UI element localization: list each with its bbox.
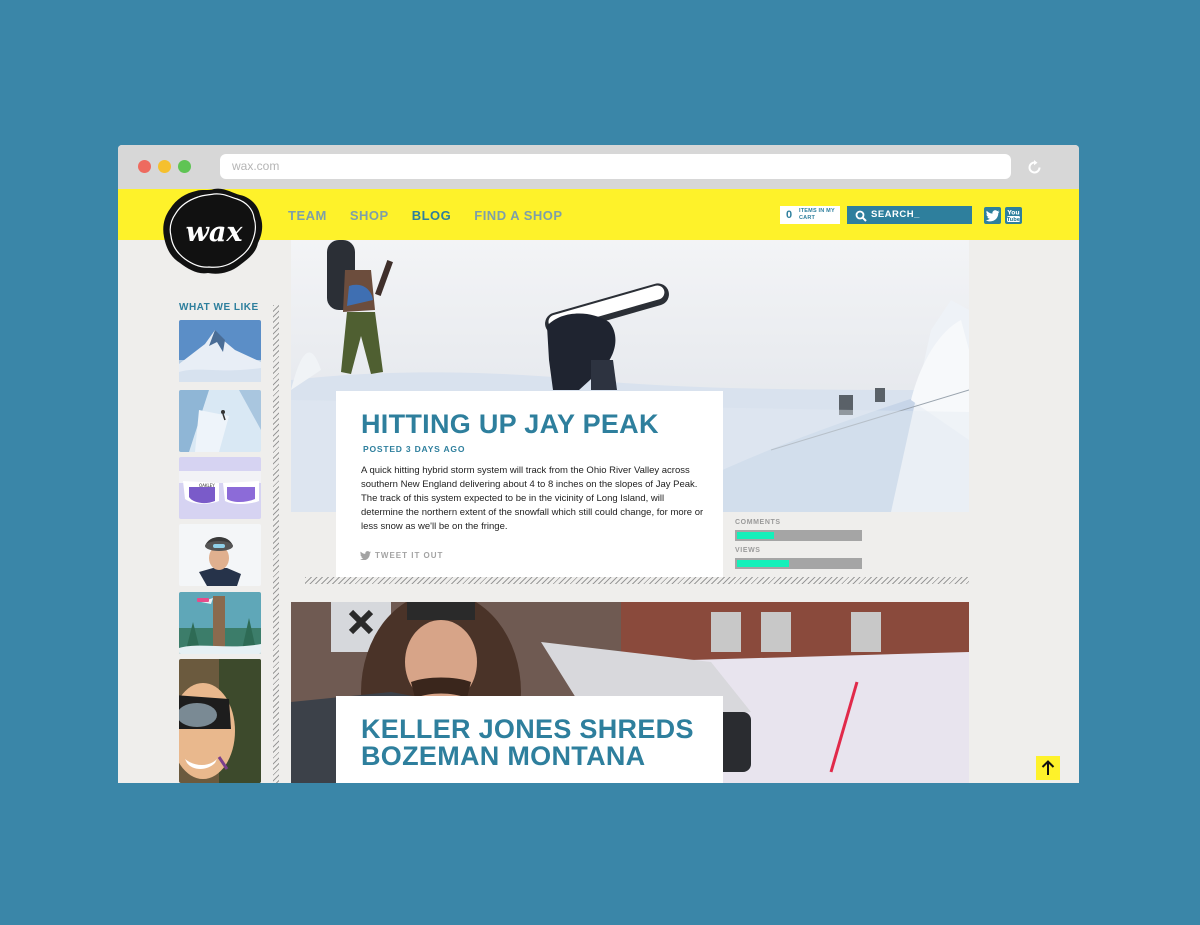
svg-text:Tube: Tube bbox=[1007, 217, 1021, 223]
arrow-up-icon bbox=[1041, 760, 1055, 775]
search-input[interactable]: SEARCH_ bbox=[847, 206, 972, 224]
views-bar-fill bbox=[737, 560, 789, 567]
post-card-keller-jones: KELLER JONES SHREDS BOZEMAN MONTANA bbox=[336, 696, 723, 783]
comments-bar-fill bbox=[737, 532, 774, 539]
comments-bar bbox=[735, 530, 862, 541]
minimize-window-button[interactable] bbox=[158, 160, 171, 173]
sidebar-title: WHAT WE LIKE bbox=[179, 302, 259, 313]
browser-window: wax.com wax TEAM SHOP BLOG FIND A SHOP 0… bbox=[118, 145, 1079, 783]
sidebar-divider bbox=[273, 305, 279, 783]
address-bar[interactable]: wax.com bbox=[220, 154, 1011, 179]
post-body: A quick hitting hybrid storm system will… bbox=[361, 465, 704, 532]
main-nav: TEAM SHOP BLOG FIND A SHOP bbox=[288, 208, 586, 223]
nav-find-a-shop[interactable]: FIND A SHOP bbox=[474, 208, 562, 223]
views-label: VIEWS bbox=[735, 547, 761, 554]
thumbnail-portrait[interactable] bbox=[179, 524, 261, 586]
thumbnail-mountain[interactable] bbox=[179, 320, 261, 382]
nav-shop[interactable]: SHOP bbox=[350, 208, 389, 223]
logo-text: wax bbox=[186, 217, 244, 248]
cart-count: 0 bbox=[786, 209, 793, 221]
post-title[interactable]: HITTING UP JAY PEAK bbox=[361, 411, 711, 438]
reload-icon[interactable] bbox=[1026, 159, 1043, 176]
cart-label: ITEMS IN MY CART bbox=[799, 208, 835, 221]
post-meta: POSTED 3 DAYS AGO bbox=[363, 444, 466, 454]
nav-team[interactable]: TEAM bbox=[288, 208, 327, 223]
post-title-2-line1: KELLER JONES SHREDS bbox=[361, 714, 694, 744]
wax-logo[interactable]: wax bbox=[158, 185, 270, 277]
search-icon bbox=[855, 209, 867, 222]
post-title-2-line2: BOZEMAN MONTANA bbox=[361, 741, 646, 771]
post-divider bbox=[305, 577, 969, 584]
comments-label: COMMENTS bbox=[735, 519, 781, 526]
scroll-to-top-button[interactable] bbox=[1036, 756, 1060, 780]
cart-button[interactable]: 0 ITEMS IN MY CART bbox=[780, 206, 840, 224]
tweet-label: TWEET IT OUT bbox=[375, 551, 444, 560]
post-title-2[interactable]: KELLER JONES SHREDS BOZEMAN MONTANA bbox=[361, 716, 711, 770]
thumbnail-trees[interactable] bbox=[179, 592, 261, 654]
views-bar bbox=[735, 558, 862, 569]
post-card-jay-peak: HITTING UP JAY PEAK POSTED 3 DAYS AGO A … bbox=[336, 391, 723, 577]
thumbnail-skier[interactable] bbox=[179, 390, 261, 452]
maximize-window-button[interactable] bbox=[178, 160, 191, 173]
thumbnail-sunglasses[interactable]: OAKLEY bbox=[179, 457, 261, 519]
browser-chrome: wax.com bbox=[118, 145, 1079, 189]
thumbnail-goggles[interactable] bbox=[179, 659, 261, 783]
tweet-it-out-link[interactable]: TWEET IT OUT bbox=[360, 551, 443, 560]
search-placeholder: SEARCH_ bbox=[871, 209, 920, 220]
svg-text:OAKLEY: OAKLEY bbox=[199, 483, 215, 488]
twitter-bird-icon bbox=[360, 551, 371, 560]
close-window-button[interactable] bbox=[138, 160, 151, 173]
svg-text:You: You bbox=[1006, 210, 1019, 217]
youtube-icon[interactable]: You Tube bbox=[1005, 207, 1022, 224]
nav-blog[interactable]: BLOG bbox=[412, 208, 452, 223]
twitter-icon[interactable] bbox=[984, 207, 1001, 224]
